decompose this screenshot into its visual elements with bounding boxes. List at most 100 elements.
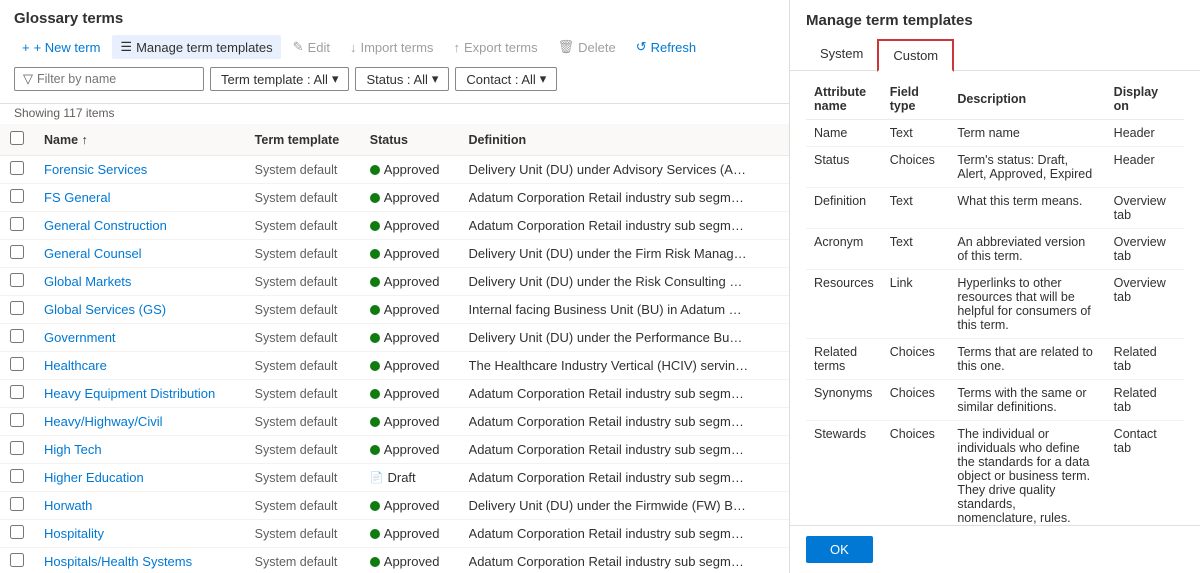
term-link[interactable]: Heavy/Highway/Civil bbox=[44, 414, 162, 429]
filter-input-wrapper: ▽ bbox=[14, 67, 204, 91]
attr-name-cell: Related terms bbox=[806, 339, 882, 380]
row-checkbox[interactable] bbox=[10, 329, 24, 343]
row-checkbox[interactable] bbox=[10, 189, 24, 203]
definition-text: Internal facing Business Unit (BU) in Ad… bbox=[469, 302, 749, 317]
term-link[interactable]: Hospitality bbox=[44, 526, 104, 541]
row-checkbox[interactable] bbox=[10, 525, 24, 539]
row-checkbox[interactable] bbox=[10, 273, 24, 287]
table-row: General Construction System default Appr… bbox=[0, 212, 789, 240]
display-on-cell: Contact tab bbox=[1106, 421, 1184, 526]
field-type-cell: Text bbox=[882, 188, 950, 229]
row-checkbox[interactable] bbox=[10, 441, 24, 455]
import-terms-button[interactable]: ↓ Import terms bbox=[342, 36, 441, 59]
term-link[interactable]: FS General bbox=[44, 190, 110, 205]
term-link[interactable]: General Counsel bbox=[44, 246, 142, 261]
table-row: General Counsel System default Approved … bbox=[0, 240, 789, 268]
row-checkbox[interactable] bbox=[10, 245, 24, 259]
term-link[interactable]: Global Markets bbox=[44, 274, 131, 289]
term-template-filter[interactable]: Term template : All ▾ bbox=[210, 67, 349, 91]
approved-dot bbox=[370, 277, 380, 287]
display-on-cell: Overview tab bbox=[1106, 229, 1184, 270]
select-all-checkbox[interactable] bbox=[10, 131, 24, 145]
tab-system[interactable]: System bbox=[806, 39, 877, 71]
edit-button[interactable]: ✎ Edit bbox=[285, 35, 338, 59]
glossary-table: Name ↑ Term template Status Definition F… bbox=[0, 124, 789, 573]
term-link[interactable]: High Tech bbox=[44, 442, 102, 457]
term-link[interactable]: Hospitals/Health Systems bbox=[44, 554, 192, 569]
term-link[interactable]: General Construction bbox=[44, 218, 167, 233]
row-checkbox[interactable] bbox=[10, 469, 24, 483]
row-checkbox[interactable] bbox=[10, 301, 24, 315]
draft-icon: 📄 bbox=[370, 471, 384, 484]
table-row: Government System default Approved Deliv… bbox=[0, 324, 789, 352]
status-approved: Approved bbox=[370, 218, 449, 233]
filter-row: ▽ Term template : All ▾ Status : All ▾ C… bbox=[14, 67, 775, 91]
left-header: Glossary terms + + New term ☰ Manage ter… bbox=[0, 0, 789, 104]
col-display-on: Display on bbox=[1106, 79, 1184, 120]
attributes-table-container[interactable]: Attribute name Field type Description Di… bbox=[790, 79, 1200, 525]
approved-dot bbox=[370, 445, 380, 455]
definition-text: Adatum Corporation Retail industry sub s… bbox=[469, 442, 749, 457]
ok-button[interactable]: OK bbox=[806, 536, 873, 563]
attr-name-cell: Definition bbox=[806, 188, 882, 229]
export-terms-button[interactable]: ↑ Export terms bbox=[445, 36, 545, 59]
manage-templates-button[interactable]: ☰ Manage term templates bbox=[112, 35, 280, 59]
row-checkbox[interactable] bbox=[10, 553, 24, 567]
status-approved: Approved bbox=[370, 442, 449, 457]
row-checkbox[interactable] bbox=[10, 217, 24, 231]
status-draft: 📄Draft bbox=[370, 470, 449, 485]
tabs-container: System Custom bbox=[790, 39, 1200, 71]
chip-dropdown-icon: ▾ bbox=[540, 71, 547, 87]
term-link[interactable]: Higher Education bbox=[44, 470, 144, 485]
tab-custom[interactable]: Custom bbox=[877, 39, 954, 72]
filter-by-name-input[interactable] bbox=[37, 72, 195, 86]
export-icon: ↑ bbox=[453, 40, 460, 55]
status-approved: Approved bbox=[370, 190, 449, 205]
chip-dropdown-icon: ▾ bbox=[432, 71, 439, 87]
desc-cell: Terms that are related to this one. bbox=[949, 339, 1105, 380]
approved-dot bbox=[370, 529, 380, 539]
col-name: Name ↑ bbox=[34, 124, 245, 156]
right-title: Manage term templates bbox=[806, 12, 1184, 29]
definition-text: Adatum Corporation Retail industry sub s… bbox=[469, 554, 749, 569]
row-checkbox[interactable] bbox=[10, 413, 24, 427]
definition-text: Adatum Corporation Retail industry sub s… bbox=[469, 470, 749, 485]
col-field-type: Field type bbox=[882, 79, 950, 120]
new-term-button[interactable]: + + New term bbox=[14, 36, 108, 59]
desc-cell: Term name bbox=[949, 120, 1105, 147]
approved-dot bbox=[370, 249, 380, 259]
term-link[interactable]: Heavy Equipment Distribution bbox=[44, 386, 215, 401]
term-link[interactable]: Forensic Services bbox=[44, 162, 147, 177]
row-checkbox[interactable] bbox=[10, 497, 24, 511]
field-type-cell: Choices bbox=[882, 339, 950, 380]
term-link[interactable]: Government bbox=[44, 330, 116, 345]
attr-row: Acronym Text An abbreviated version of t… bbox=[806, 229, 1184, 270]
field-type-cell: Text bbox=[882, 229, 950, 270]
term-link[interactable]: Healthcare bbox=[44, 358, 107, 373]
delete-button[interactable]: 🗑 Delete bbox=[550, 35, 624, 59]
table-row: High Tech System default Approved Adatum… bbox=[0, 436, 789, 464]
desc-cell: The individual or individuals who define… bbox=[949, 421, 1105, 526]
desc-cell: Terms with the same or similar definitio… bbox=[949, 380, 1105, 421]
term-link[interactable]: Global Services (GS) bbox=[44, 302, 166, 317]
status-approved: Approved bbox=[370, 414, 449, 429]
attr-name-cell: Status bbox=[806, 147, 882, 188]
status-filter[interactable]: Status : All ▾ bbox=[355, 67, 449, 91]
template-icon: ☰ bbox=[120, 39, 132, 55]
row-checkbox[interactable] bbox=[10, 161, 24, 175]
right-header: Manage term templates bbox=[790, 0, 1200, 39]
status-approved: Approved bbox=[370, 358, 449, 373]
refresh-button[interactable]: ↺ Refresh bbox=[628, 35, 704, 59]
status-approved: Approved bbox=[370, 330, 449, 345]
col-definition: Definition bbox=[459, 124, 789, 156]
contact-filter[interactable]: Contact : All ▾ bbox=[455, 67, 557, 91]
page-title: Glossary terms bbox=[14, 10, 775, 27]
row-checkbox[interactable] bbox=[10, 357, 24, 371]
approved-dot bbox=[370, 417, 380, 427]
showing-count: Showing 117 items bbox=[0, 104, 789, 124]
field-type-cell: Choices bbox=[882, 421, 950, 526]
term-link[interactable]: Horwath bbox=[44, 498, 92, 513]
status-approved: Approved bbox=[370, 554, 449, 569]
row-checkbox[interactable] bbox=[10, 385, 24, 399]
glossary-table-container[interactable]: Name ↑ Term template Status Definition F… bbox=[0, 124, 789, 573]
